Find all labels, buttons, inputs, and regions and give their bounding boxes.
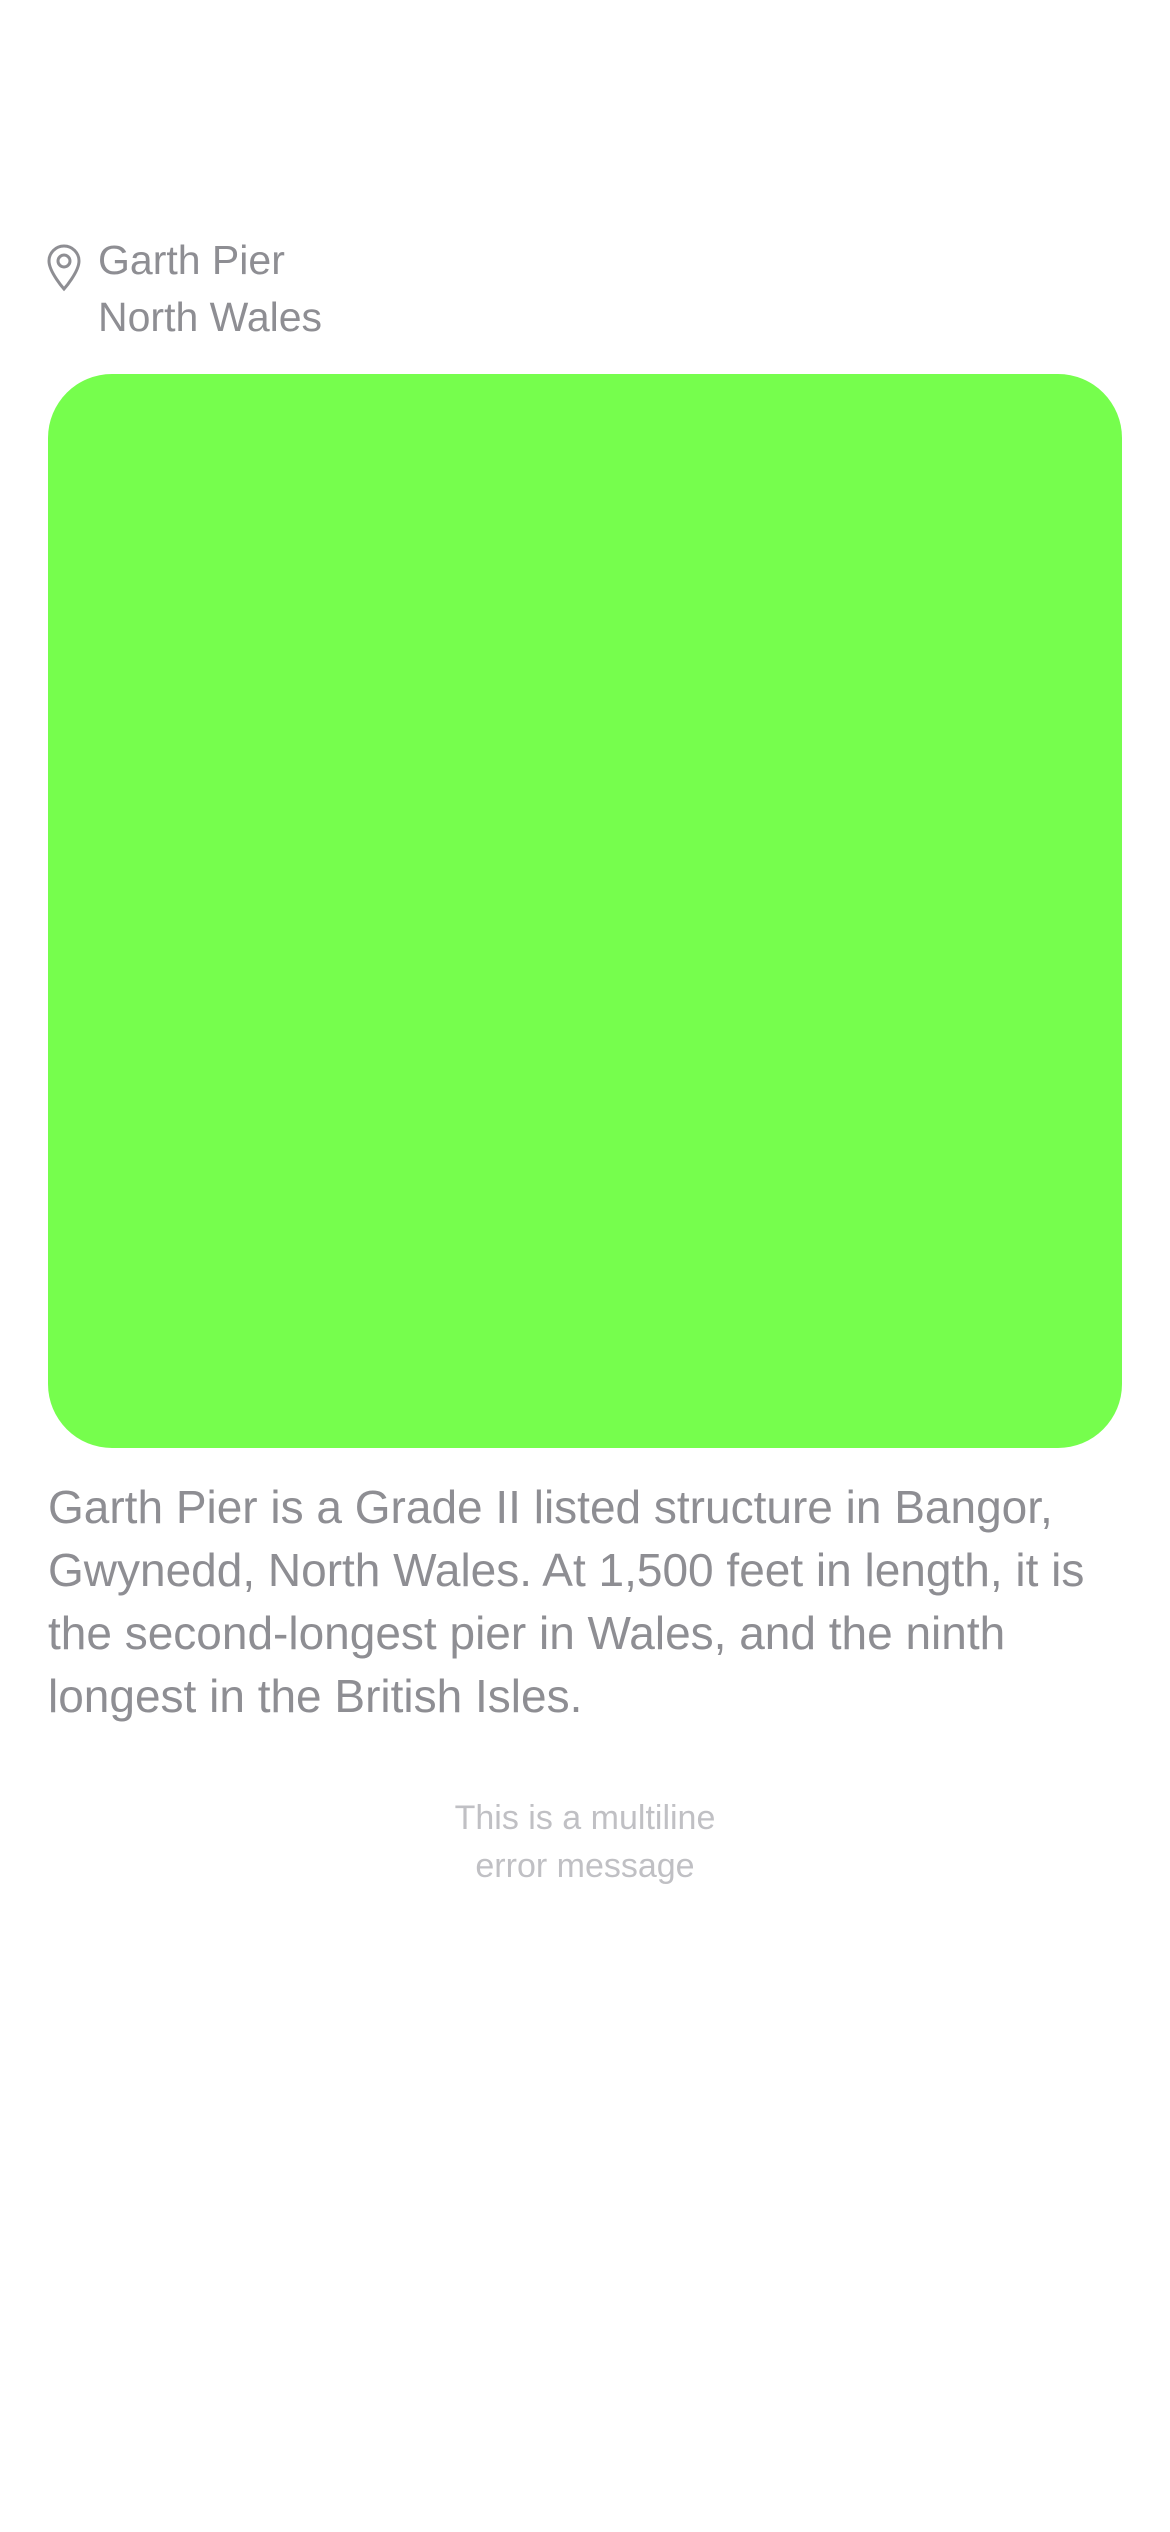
error-line-2: error message — [475, 1847, 695, 1885]
location-region: North Wales — [98, 294, 323, 340]
location-text: Garth Pier North Wales — [98, 232, 322, 346]
error-message: This is a multiline error message — [0, 1794, 1170, 1890]
map-pin-icon — [44, 244, 84, 292]
location-name: Garth Pier — [98, 237, 285, 283]
error-line-1: This is a multiline — [454, 1799, 716, 1837]
media-image — [48, 374, 1122, 1448]
location-header: Garth Pier North Wales — [44, 232, 322, 346]
description-text: Garth Pier is a Grade II listed structur… — [48, 1481, 1085, 1722]
